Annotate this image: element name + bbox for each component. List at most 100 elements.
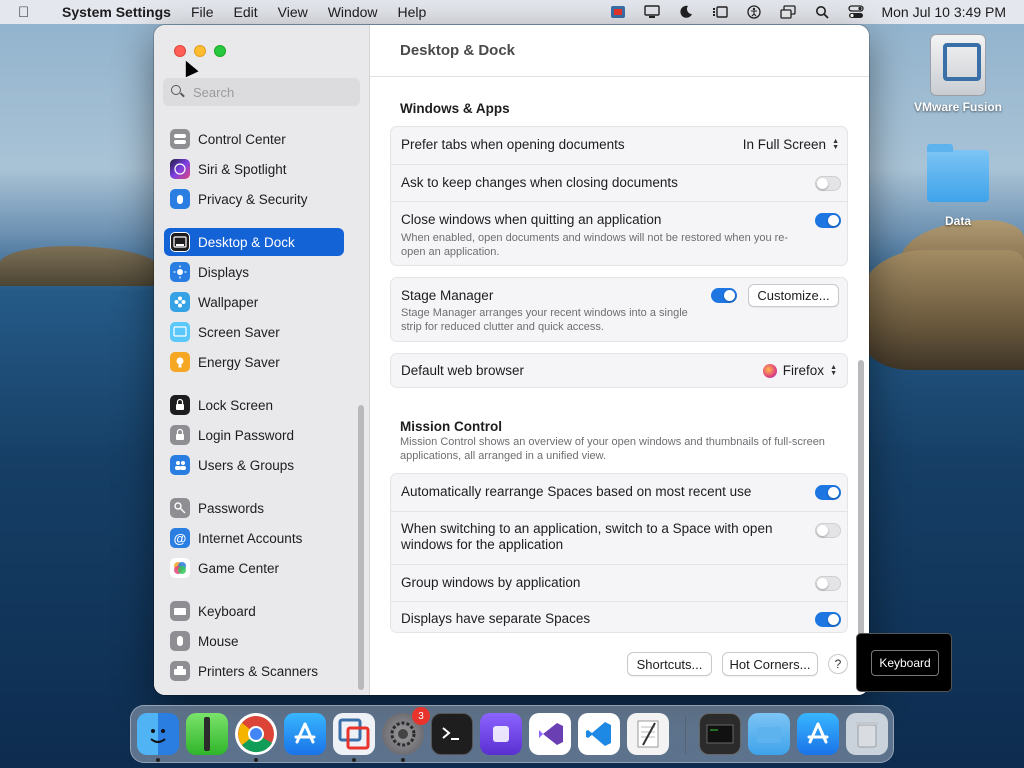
dock-running-indicator (156, 758, 160, 762)
menu-edit[interactable]: Edit (224, 4, 268, 20)
close-window-button[interactable] (174, 45, 186, 57)
group-windows-toggle[interactable] (815, 576, 841, 591)
sidebar-list[interactable]: Control Center Siri & Spotlight Privacy … (154, 115, 370, 695)
default-browser-popup[interactable]: Firefox ▲ ▼ (762, 363, 837, 378)
downloads-folder-icon[interactable] (748, 713, 790, 755)
default-browser-label: Default web browser (401, 363, 525, 378)
vscode-icon[interactable] (578, 713, 620, 755)
stage-manager-toggle[interactable] (711, 288, 737, 303)
settings-content: Windows & Apps Prefer tabs when opening … (390, 79, 848, 691)
bulb-icon (170, 352, 190, 372)
script-editor-icon[interactable] (627, 713, 669, 755)
keyboard-icon (170, 601, 190, 621)
mission-control-description: Mission Control shows an overview of you… (400, 436, 825, 462)
terminal-window-icon[interactable] (699, 713, 741, 755)
finder-icon[interactable] (137, 713, 179, 755)
sidebar-item-mouse[interactable]: Mouse (164, 627, 344, 655)
sidebar-scrollbar[interactable] (358, 405, 364, 690)
sidebar-item-label: Users & Groups (198, 457, 295, 473)
switch-space-label: When switching to an application, switch… (401, 521, 773, 552)
terminal-icon[interactable] (431, 713, 473, 755)
stage-manager-icon[interactable] (711, 5, 729, 19)
sidebar-item-displays[interactable]: Displays (164, 258, 344, 286)
hand-icon (170, 189, 190, 209)
vmware-status-icon[interactable] (609, 5, 627, 19)
sidebar-item-privacy-security[interactable]: Privacy & Security (164, 185, 344, 213)
sidebar-item-label: Game Center (198, 560, 280, 576)
menubar-clock[interactable]: Mon Jul 10 3:49 PM (881, 4, 1006, 20)
moon-icon[interactable] (677, 5, 695, 19)
desktop-data-folder[interactable]: Data (910, 144, 1006, 228)
shortcuts-button[interactable]: Shortcuts... (627, 652, 712, 676)
page-title: Desktop & Dock (370, 25, 869, 77)
sidebar-item-label: Wallpaper (198, 294, 259, 310)
app-store-icon[interactable] (797, 713, 839, 755)
apple-menu-icon[interactable]:  (18, 4, 38, 21)
system-settings-icon[interactable]: 3 (382, 707, 430, 755)
folder-icon (927, 144, 989, 202)
zoom-window-button[interactable] (214, 45, 226, 57)
sidebar-item-lock-screen[interactable]: Lock Screen (164, 391, 344, 419)
mouse-icon (170, 631, 190, 651)
minimize-window-button[interactable] (194, 45, 206, 57)
menu-help[interactable]: Help (388, 4, 437, 20)
hot-corners-button[interactable]: Hot Corners... (722, 652, 818, 676)
customize-button[interactable]: Customize... (748, 284, 839, 307)
search-field[interactable]: Search (163, 78, 360, 106)
menu-app-name[interactable]: System Settings (52, 4, 181, 20)
main-scrollbar[interactable] (858, 360, 864, 640)
game-center-icon (170, 558, 190, 578)
vmware-fusion-dock-icon[interactable] (333, 713, 375, 755)
display-icon[interactable] (643, 5, 661, 19)
sidebar-item-game-center[interactable]: Game Center (164, 554, 344, 582)
sidebar-item-control-center[interactable]: Control Center (164, 125, 344, 153)
switch-space-toggle[interactable] (815, 523, 841, 538)
ask-keep-toggle[interactable] (815, 176, 841, 191)
sidebar-item-printers-scanners[interactable]: Printers & Scanners (164, 657, 344, 685)
menu-view[interactable]: View (268, 4, 318, 20)
app-icon[interactable] (480, 713, 522, 755)
sidebar-item-label: Mouse (198, 633, 239, 649)
sidebar-item-label: Siri & Spotlight (198, 161, 287, 177)
sidebar-item-passwords[interactable]: Passwords (164, 494, 344, 522)
menu-file[interactable]: File (181, 4, 224, 20)
vmware-fusion-icon (930, 34, 986, 96)
close-windows-toggle[interactable] (815, 213, 841, 228)
stage-manager-description: Stage Manager arranges your recent windo… (401, 307, 688, 333)
sidebar-item-label: Desktop & Dock (198, 234, 295, 250)
search-icon[interactable] (813, 5, 831, 19)
app-icon[interactable] (186, 713, 228, 755)
close-windows-description: When enabled, open documents and windows… (401, 232, 789, 258)
sidebar-item-label: Passwords (198, 500, 265, 516)
mission-control-group: Automatically rearrange Spaces based on … (390, 473, 848, 633)
desktop-vmware-fusion[interactable]: VMware Fusion (910, 34, 1006, 114)
sidebar-item-wallpaper[interactable]: Wallpaper (164, 288, 344, 316)
trash-icon[interactable] (846, 713, 888, 755)
sidebar-item-users-groups[interactable]: Users & Groups (164, 451, 344, 479)
prefer-tabs-popup[interactable]: In Full Screen ▲ ▼ (743, 137, 839, 152)
prefer-tabs-value: In Full Screen (742, 137, 827, 152)
chrome-icon[interactable] (235, 713, 277, 755)
screen-mirroring-icon[interactable] (779, 5, 797, 19)
siri-icon (170, 159, 190, 179)
accessibility-icon[interactable] (745, 5, 763, 19)
sidebar-item-screen-saver[interactable]: Screen Saver (164, 318, 344, 346)
sidebar-item-internet-accounts[interactable]: @ Internet Accounts (164, 524, 344, 552)
control-center-menubar-icon[interactable] (847, 5, 865, 19)
help-button[interactable]: ? (828, 654, 848, 674)
visual-studio-icon[interactable] (529, 713, 571, 755)
sidebar-item-desktop-dock[interactable]: Desktop & Dock (164, 228, 344, 256)
auto-rearrange-toggle[interactable] (815, 485, 841, 500)
menu-window[interactable]: Window (318, 4, 388, 20)
lock-icon (170, 395, 190, 415)
sidebar-item-label: Control Center (198, 131, 286, 147)
separate-spaces-toggle[interactable] (815, 612, 841, 627)
menu-bar:  System Settings File Edit View Window … (0, 0, 1024, 24)
app-store-icon[interactable] (284, 713, 326, 755)
sidebar-item-energy-saver[interactable]: Energy Saver (164, 348, 344, 376)
sidebar-item-keyboard[interactable]: Keyboard (164, 597, 344, 625)
prefer-tabs-label: Prefer tabs when opening documents (401, 137, 625, 152)
windows-apps-group: Prefer tabs when opening documents In Fu… (390, 126, 848, 266)
sidebar-item-siri-spotlight[interactable]: Siri & Spotlight (164, 155, 344, 183)
sidebar-item-login-password[interactable]: Login Password (164, 421, 344, 449)
